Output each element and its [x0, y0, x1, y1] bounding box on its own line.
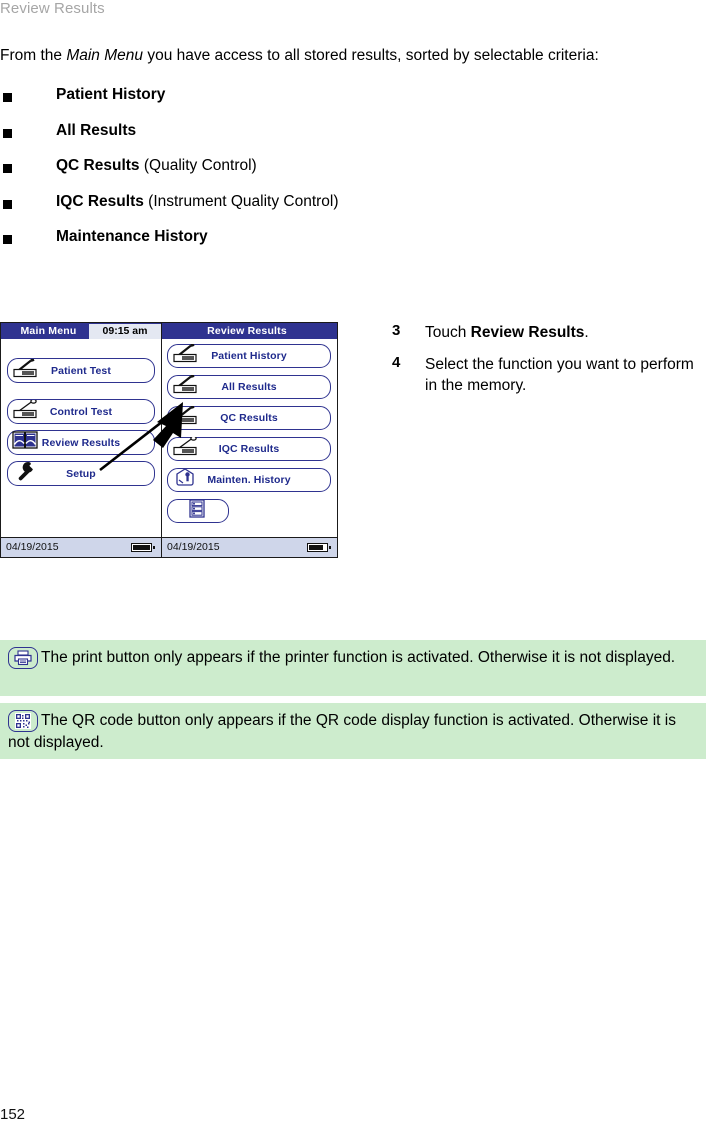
list-item: QC Results (Quality Control) — [0, 155, 600, 191]
review-results-body: Patient History All Results QC Results I… — [162, 339, 337, 538]
list-item-normal: (Instrument Quality Control) — [143, 192, 339, 210]
step-3-before: Touch — [425, 324, 471, 341]
list-item-label: QC Results (Quality Control) — [56, 155, 257, 176]
step-4-text: Select the function you want to perform … — [425, 354, 702, 396]
bullet-square-icon — [3, 235, 12, 244]
note-printer-body: The print button only appears if the pri… — [8, 647, 698, 669]
step-3-text: Touch Review Results. — [425, 322, 702, 343]
battery-icon — [131, 543, 155, 552]
button-maintenance-history[interactable]: Mainten. History — [167, 468, 331, 492]
note-printer-text: The print button only appears if the pri… — [41, 649, 676, 666]
device-screenshot-group: 09:15 am Main Menu Patient Test Control … — [0, 322, 340, 562]
list-item-bold: QC Results — [56, 157, 140, 174]
list-item-bold: All Results — [56, 121, 137, 139]
qr-code-icon — [8, 710, 38, 732]
button-review-results-label: Review Results — [41, 436, 121, 449]
list-item-label: Maintenance History — [56, 226, 208, 247]
button-all-results[interactable]: All Results — [167, 374, 331, 399]
bullet-square-icon — [3, 93, 12, 102]
list-item-bold: IQC Results — [56, 192, 144, 210]
intro-after: you have access to all stored results, s… — [143, 47, 599, 64]
note-qr-text: The QR code button only appears if the Q… — [8, 712, 676, 751]
list-item: Patient History — [0, 84, 600, 120]
note-printer: The print button only appears if the pri… — [0, 640, 706, 696]
database-list-icon — [187, 499, 207, 523]
list-item: IQC Results (Instrument Quality Control) — [0, 191, 600, 227]
intro-before: From the — [0, 47, 67, 64]
step-3-number: 3 — [392, 322, 401, 339]
button-qc-results[interactable]: QC Results — [167, 405, 331, 430]
button-database-list[interactable] — [167, 499, 229, 523]
main-menu-body: Patient Test Control Test Review Results… — [1, 339, 161, 538]
note-qr-code: The QR code button only appears if the Q… — [0, 703, 706, 759]
button-patient-test-label: Patient Test — [51, 364, 111, 377]
main-menu-clock: 09:15 am — [89, 324, 161, 339]
device-screen-main-menu: 09:15 am Main Menu Patient Test Control … — [0, 322, 162, 558]
printer-icon — [8, 647, 38, 669]
review-results-title: Review Results — [207, 325, 287, 337]
main-menu-title-bar: 09:15 am Main Menu — [1, 323, 161, 339]
intro-paragraph: From the Main Menu you have access to al… — [0, 46, 690, 66]
button-review-results[interactable]: Review Results — [7, 430, 155, 455]
step-4-number: 4 — [392, 354, 401, 371]
list-item-label: IQC Results (Instrument Quality Control) — [56, 191, 339, 212]
button-patient-history-label: Patient History — [211, 350, 287, 362]
button-maintenance-history-label: Mainten. History — [207, 474, 291, 486]
review-results-status-bar: 04/19/2015 — [162, 537, 337, 557]
intro-italic: Main Menu — [66, 47, 144, 64]
page-number: 152 — [0, 1106, 26, 1123]
battery-icon — [307, 543, 331, 552]
button-patient-history[interactable]: Patient History — [167, 343, 331, 368]
note-qr-body: The QR code button only appears if the Q… — [8, 710, 698, 753]
button-iqc-results-label: IQC Results — [218, 443, 280, 455]
step-4: 4 Select the function you want to perfor… — [392, 354, 702, 396]
list-item-label: All Results — [56, 120, 136, 141]
device-screen-review-results: Review Results Patient History All Resul… — [161, 322, 338, 558]
list-item: All Results — [0, 120, 600, 156]
criteria-bullet-list: Patient History All Results QC Results (… — [0, 84, 600, 262]
button-patient-test[interactable]: Patient Test — [7, 357, 155, 383]
step-3-after: . — [584, 324, 589, 341]
step-4-before: Select the function you want to perform … — [425, 356, 694, 394]
button-setup[interactable]: Setup — [7, 461, 155, 486]
step-3-bold: Review Results — [470, 324, 585, 341]
list-item-normal: (Quality Control) — [139, 157, 257, 174]
button-setup-label: Setup — [66, 467, 96, 480]
button-control-test-label: Control Test — [49, 405, 113, 418]
step-3: 3 Touch Review Results. — [392, 322, 702, 343]
running-header: Review Results — [0, 0, 105, 17]
button-all-results-label: All Results — [221, 381, 277, 393]
list-item-bold: Maintenance History — [56, 228, 208, 245]
list-item-label: Patient History — [56, 84, 165, 105]
button-control-test[interactable]: Control Test — [7, 398, 155, 424]
button-iqc-results[interactable]: IQC Results — [167, 435, 331, 461]
list-item-bold: Patient History — [56, 86, 166, 103]
button-qc-results-label: QC Results — [220, 412, 278, 424]
bullet-square-icon — [3, 164, 12, 173]
bullet-square-icon — [3, 128, 12, 138]
main-menu-date: 04/19/2015 — [6, 541, 59, 553]
review-results-date: 04/19/2015 — [167, 541, 220, 553]
main-menu-title: Main Menu — [20, 325, 77, 337]
main-menu-status-bar: 04/19/2015 — [1, 537, 161, 557]
bullet-square-icon — [3, 199, 12, 209]
review-results-title-bar: Review Results — [162, 323, 337, 339]
numbered-steps: 3 Touch Review Results. 4 Select the fun… — [392, 322, 702, 407]
list-item: Maintenance History — [0, 226, 600, 262]
